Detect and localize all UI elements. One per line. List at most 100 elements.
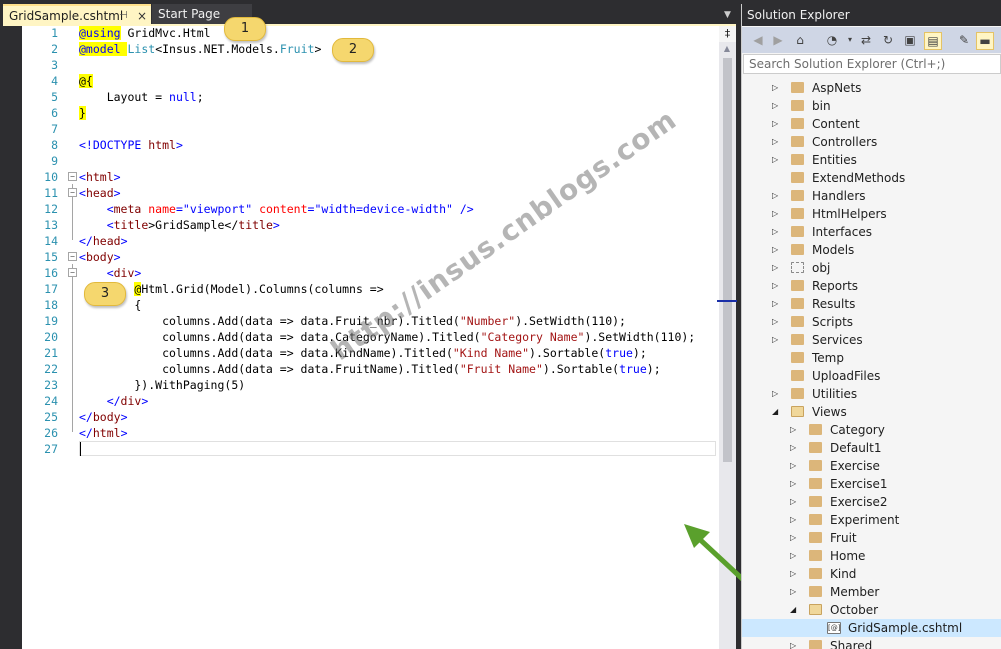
back-icon[interactable]: ◀ bbox=[750, 32, 766, 48]
chevron-down-icon[interactable]: ▾ bbox=[842, 32, 858, 48]
tree-item-label: ExtendMethods bbox=[812, 171, 906, 185]
search-solution-explorer-input[interactable]: Search Solution Explorer (Ctrl+;) bbox=[743, 54, 1001, 74]
tree-item-exercise2[interactable]: ▷ Exercise2 bbox=[742, 493, 1000, 511]
expand-arrow-icon[interactable]: ▷ bbox=[772, 385, 780, 403]
folder-icon bbox=[809, 568, 822, 579]
tab-label: Start Page bbox=[158, 7, 221, 21]
expand-arrow-icon[interactable]: ▷ bbox=[790, 421, 798, 439]
expand-arrow-icon[interactable]: ▷ bbox=[790, 547, 798, 565]
tree-item-experiment[interactable]: ▷ Experiment bbox=[742, 511, 1000, 529]
expand-arrow-icon[interactable]: ▷ bbox=[790, 493, 798, 511]
split-window-icon[interactable]: ‡ bbox=[719, 26, 736, 42]
tree-item-shared[interactable]: ▷ Shared bbox=[742, 637, 1000, 649]
tree-item-label: Shared bbox=[830, 639, 873, 649]
tree-item-reports[interactable]: ▷ Reports bbox=[742, 277, 1000, 295]
expand-arrow-icon[interactable]: ▷ bbox=[790, 511, 798, 529]
code-token: </ bbox=[79, 394, 121, 408]
tree-item-htmlhelpers[interactable]: ▷ HtmlHelpers bbox=[742, 205, 1000, 223]
solution-tree: ▷ AspNets ▷ bin ▷ Content ▷ Controllers ▷ Entitie… bbox=[742, 75, 1001, 649]
tree-item-gridsample-cshtml[interactable]: [@] GridSample.cshtml bbox=[742, 619, 1000, 637]
show-all-files-icon[interactable]: ▤ bbox=[924, 32, 942, 50]
expand-arrow-icon[interactable]: ▷ bbox=[772, 79, 780, 97]
tree-item-october[interactable]: ◢ October bbox=[742, 601, 1000, 619]
tree-item-label: Handlers bbox=[812, 189, 866, 203]
expand-arrow-icon[interactable]: ▷ bbox=[772, 151, 780, 169]
code-token: > bbox=[175, 138, 183, 152]
expand-arrow-icon[interactable]: ▷ bbox=[772, 331, 780, 349]
tree-item-models[interactable]: ▷ Models bbox=[742, 241, 1000, 259]
tree-item-home[interactable]: ▷ Home bbox=[742, 547, 1000, 565]
tree-item-label: HtmlHelpers bbox=[812, 207, 887, 221]
history-icon[interactable]: ◔ bbox=[824, 32, 840, 48]
collapse-icon[interactable]: ▣ bbox=[902, 32, 918, 48]
tree-item-kind[interactable]: ▷ Kind bbox=[742, 565, 1000, 583]
preview-icon[interactable]: ▬ bbox=[976, 32, 994, 50]
folder-icon bbox=[791, 154, 804, 165]
tree-item-uploadfiles[interactable]: UploadFiles bbox=[742, 367, 1000, 385]
tree-item-member[interactable]: ▷ Member bbox=[742, 583, 1000, 601]
tree-item-bin[interactable]: ▷ bin bbox=[742, 97, 1000, 115]
editor-pane: GridSample.cshtml ⊣ × Start Page ▼ − − −… bbox=[0, 0, 738, 649]
tree-item-results[interactable]: ▷ Results bbox=[742, 295, 1000, 313]
tree-item-scripts[interactable]: ▷ Scripts bbox=[742, 313, 1000, 331]
tree-item-aspnets[interactable]: ▷ AspNets bbox=[742, 79, 1000, 97]
tree-item-fruit[interactable]: ▷ Fruit bbox=[742, 529, 1000, 547]
expand-arrow-icon[interactable]: ▷ bbox=[790, 439, 798, 457]
expand-arrow-icon[interactable]: ▷ bbox=[772, 313, 780, 331]
expand-arrow-icon[interactable]: ▷ bbox=[772, 277, 780, 295]
tree-item-handlers[interactable]: ▷ Handlers bbox=[742, 187, 1000, 205]
pin-icon[interactable]: ⊣ bbox=[119, 6, 128, 26]
expand-arrow-icon[interactable]: ▷ bbox=[790, 529, 798, 547]
tree-item-services[interactable]: ▷ Services bbox=[742, 331, 1000, 349]
expand-arrow-icon[interactable]: ▷ bbox=[772, 115, 780, 133]
expand-arrow-icon[interactable]: ▷ bbox=[772, 223, 780, 241]
expand-arrow-icon[interactable]: ▷ bbox=[790, 457, 798, 475]
fold-toggle-icon[interactable]: − bbox=[68, 172, 77, 181]
tree-item-controllers[interactable]: ▷ Controllers bbox=[742, 133, 1000, 151]
collapse-arrow-icon[interactable]: ◢ bbox=[790, 601, 798, 619]
expand-arrow-icon[interactable]: ▷ bbox=[772, 295, 780, 313]
tree-item-entities[interactable]: ▷ Entities bbox=[742, 151, 1000, 169]
folder-icon bbox=[791, 226, 804, 237]
fold-toggle-icon[interactable]: − bbox=[68, 268, 77, 277]
expand-arrow-icon[interactable]: ▷ bbox=[790, 583, 798, 601]
refresh-icon[interactable]: ↻ bbox=[880, 32, 896, 48]
fold-toggle-icon[interactable]: − bbox=[68, 188, 77, 197]
tree-item-category[interactable]: ▷ Category bbox=[742, 421, 1000, 439]
code-token: "viewport" bbox=[182, 202, 253, 216]
expand-arrow-icon[interactable]: ▷ bbox=[772, 205, 780, 223]
tree-item-default1[interactable]: ▷ Default1 bbox=[742, 439, 1000, 457]
home-icon[interactable]: ⌂ bbox=[792, 32, 808, 48]
folder-icon bbox=[791, 352, 804, 363]
tree-item-interfaces[interactable]: ▷ Interfaces bbox=[742, 223, 1000, 241]
expand-arrow-icon[interactable]: ▷ bbox=[772, 133, 780, 151]
tree-item-content[interactable]: ▷ Content bbox=[742, 115, 1000, 133]
line-number: 11 bbox=[44, 186, 58, 200]
tab-gridsample[interactable]: GridSample.cshtml ⊣ × bbox=[3, 4, 151, 24]
code-token: Html.Grid(Model).Columns(columns => bbox=[141, 282, 384, 296]
close-icon[interactable]: × bbox=[137, 6, 147, 26]
tree-item-temp[interactable]: Temp bbox=[742, 349, 1000, 367]
tree-item-utilities[interactable]: ▷ Utilities bbox=[742, 385, 1000, 403]
sync-icon[interactable]: ⇄ bbox=[858, 32, 874, 48]
properties-icon[interactable]: ✎ bbox=[956, 32, 972, 48]
scrollbar-thumb[interactable] bbox=[723, 58, 732, 462]
code-token: = bbox=[175, 202, 183, 216]
expand-arrow-icon[interactable]: ▷ bbox=[772, 259, 780, 277]
forward-icon[interactable]: ▶ bbox=[770, 32, 786, 48]
fold-toggle-icon[interactable]: − bbox=[68, 252, 77, 261]
expand-arrow-icon[interactable]: ▷ bbox=[790, 565, 798, 583]
tree-item-exercise[interactable]: ▷ Exercise bbox=[742, 457, 1000, 475]
tab-dropdown-icon[interactable]: ▼ bbox=[724, 10, 734, 20]
expand-arrow-icon[interactable]: ▷ bbox=[772, 97, 780, 115]
expand-arrow-icon[interactable]: ▷ bbox=[790, 475, 798, 493]
scroll-up-icon[interactable]: ▲ bbox=[722, 44, 732, 54]
expand-arrow-icon[interactable]: ▷ bbox=[772, 241, 780, 259]
expand-arrow-icon[interactable]: ▷ bbox=[790, 637, 798, 649]
tree-item-exercise1[interactable]: ▷ Exercise1 bbox=[742, 475, 1000, 493]
expand-arrow-icon[interactable]: ▷ bbox=[772, 187, 780, 205]
tree-item-extendmethods[interactable]: ExtendMethods bbox=[742, 169, 1000, 187]
tree-item-obj[interactable]: ▷ obj bbox=[742, 259, 1000, 277]
tree-item-views[interactable]: ◢ Views bbox=[742, 403, 1000, 421]
collapse-arrow-icon[interactable]: ◢ bbox=[772, 403, 780, 421]
